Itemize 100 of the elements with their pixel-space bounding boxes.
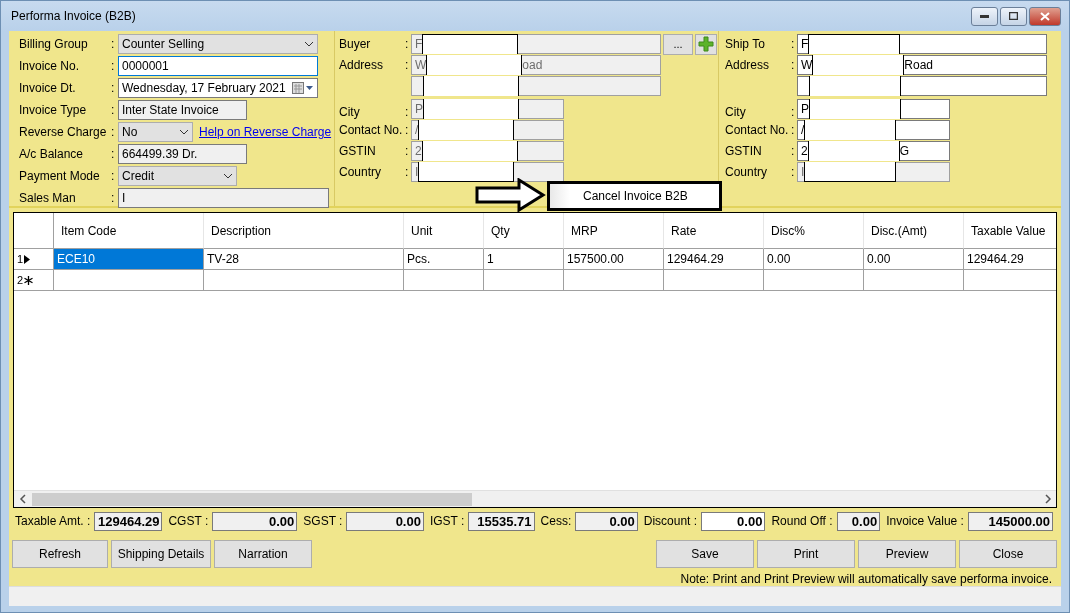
total-label: Taxable Amt. : [15, 514, 91, 528]
colon: : [111, 191, 116, 205]
field-label: Address [725, 58, 771, 72]
total-value: 0.00 [575, 511, 638, 531]
field-text: F [801, 37, 809, 51]
field-label: Contact No. [339, 123, 404, 137]
table-cell[interactable] [204, 270, 404, 291]
action-button[interactable]: Print [757, 540, 855, 568]
colon: : [791, 37, 796, 51]
colon: : [791, 165, 796, 179]
action-button[interactable]: Narration [214, 540, 312, 568]
dropdown[interactable]: Credit [118, 166, 237, 186]
minimize-button[interactable] [971, 6, 998, 26]
calendar-icon [292, 82, 314, 94]
input-field[interactable]: 0000001 [118, 56, 318, 76]
total-value: 15535.71 [468, 511, 535, 531]
total-value: 0.00 [836, 511, 881, 531]
input-field[interactable]: 664499.39 Dr. [118, 144, 247, 164]
table-cell[interactable]: 129464.29 [664, 249, 764, 270]
scroll-right-icon[interactable] [1042, 494, 1054, 504]
field-text: F [415, 37, 423, 51]
field-label: Billing Group [19, 37, 89, 51]
table-cell[interactable]: ECE10 [54, 249, 204, 270]
dropdown[interactable]: Counter Selling [118, 34, 318, 54]
colon: : [111, 59, 116, 73]
field-text: oad [522, 58, 543, 72]
field-text: 2 [801, 144, 808, 158]
colon: : [405, 58, 410, 72]
close-button[interactable] [1029, 6, 1061, 26]
input-field[interactable]: 2 G [797, 141, 950, 161]
browse-button[interactable]: ... [663, 33, 693, 55]
action-button[interactable]: Preview [858, 540, 956, 568]
field-text: 2 [415, 144, 422, 158]
table-cell[interactable] [764, 270, 864, 291]
field-label: Invoice No. [19, 59, 81, 73]
input-field[interactable]: F [797, 34, 1047, 54]
chevron-icon [304, 41, 314, 47]
field-text: / [801, 123, 805, 137]
action-button[interactable]: Refresh [12, 540, 108, 568]
colon: : [405, 165, 410, 179]
total-label: SGST : [303, 514, 343, 528]
field-text: / [415, 123, 419, 137]
action-button[interactable]: Close [959, 540, 1057, 568]
field-text: P [415, 102, 423, 116]
input-field[interactable]: P [797, 99, 950, 119]
field-text: Road [904, 58, 933, 72]
table-cell[interactable] [664, 270, 764, 291]
window-title: Performa Invoice (B2B) [11, 9, 137, 23]
table-cell[interactable] [564, 270, 664, 291]
input-field[interactable]: Inter State Invoice [118, 100, 247, 120]
table-cell[interactable] [484, 270, 564, 291]
action-button[interactable]: Shipping Details [111, 540, 211, 568]
field-label: Country [725, 165, 769, 179]
table-cell[interactable]: TV-28 [204, 249, 404, 270]
colon: : [405, 105, 410, 119]
date-picker[interactable]: Wednesday, 17 February 2021 [118, 78, 318, 98]
total-value: 0.00 [346, 511, 424, 531]
field-label: Buyer [339, 37, 372, 51]
field-label: A/c Balance [19, 147, 85, 161]
field-text: P [801, 102, 809, 116]
total-label: CGST : [168, 514, 209, 528]
input-field[interactable]: W Road [797, 55, 1047, 75]
colon: : [791, 123, 796, 137]
table-cell[interactable] [404, 270, 484, 291]
table-cell[interactable]: 0.00 [764, 249, 864, 270]
field-text: W [801, 58, 813, 72]
colon: : [405, 123, 410, 137]
field-label: City [725, 105, 747, 119]
colon: : [111, 147, 116, 161]
total-value: 145000.00 [967, 511, 1053, 531]
colon: : [791, 58, 796, 72]
maximize-icon [1009, 12, 1018, 20]
dropdown[interactable]: No [118, 122, 193, 142]
chevron-icon [179, 129, 189, 135]
total-label: Round Off : [771, 514, 833, 528]
action-button[interactable]: Save [656, 540, 754, 568]
field-text: W [415, 58, 427, 72]
add-button[interactable] [695, 33, 717, 55]
help-link[interactable]: Help on Reverse Charge [199, 125, 332, 139]
note-text: Note: Print and Print Preview will automatically save performa invoice. [680, 572, 1052, 586]
table-cell[interactable]: 1 [484, 249, 564, 270]
input-field[interactable]: I [118, 188, 329, 208]
minimize-icon [980, 14, 989, 18]
field-text: G [899, 144, 910, 158]
table-cell[interactable] [54, 270, 204, 291]
corner-cell[interactable] [14, 213, 54, 249]
row-number: 2 [17, 274, 24, 286]
input-field[interactable]: / [797, 120, 950, 140]
plus-icon [698, 36, 714, 52]
colon: : [405, 37, 410, 51]
table-cell[interactable]: Pcs. [404, 249, 484, 270]
maximize-button[interactable] [1000, 6, 1027, 26]
table-cell[interactable]: 157500.00 [564, 249, 664, 270]
table-cell[interactable]: 0.00 [864, 249, 964, 270]
table-cell[interactable] [864, 270, 964, 291]
field-label: Country [339, 165, 383, 179]
total-value[interactable]: 0.00 [701, 511, 766, 531]
input-field[interactable] [797, 76, 1047, 96]
horizontal-scrollbar[interactable] [14, 490, 1056, 507]
field-label: Payment Mode [19, 169, 101, 183]
